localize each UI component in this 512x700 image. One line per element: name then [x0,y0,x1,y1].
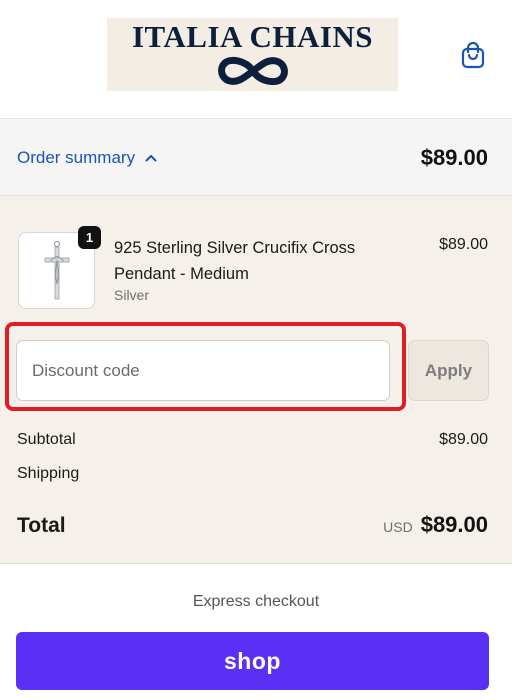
header: ITALIA CHAINS [0,0,512,118]
total-amount: USD $89.00 [383,512,488,538]
product-price: $89.00 [439,236,488,253]
store-logo[interactable]: ITALIA CHAINS [107,18,398,91]
shop-pay-label: shop [224,647,281,674]
chevron-up-icon [145,155,157,162]
crucifix-pendant-icon [44,240,69,299]
currency-code: USD [383,519,413,535]
shipping-label: Shipping [17,465,80,482]
subtotal-label: Subtotal [17,431,76,448]
infinity-icon [217,56,288,86]
quantity-badge: 1 [78,226,101,249]
total-value: $89.00 [420,512,488,537]
order-summary-bar: Order summary $89.00 [0,118,512,196]
express-checkout-label: Express checkout [192,593,320,610]
shop-pay-button[interactable]: shop [16,632,489,690]
order-summary-label: Order summary [17,148,136,167]
discount-code-input[interactable] [16,340,390,401]
apply-discount-button[interactable]: Apply [408,340,489,401]
product-name: 925 Sterling Silver Crucifix Cross Penda… [114,239,356,283]
summary-total: $89.00 [420,145,488,170]
shopping-bag-icon[interactable] [458,40,488,70]
subtotal-value: $89.00 [439,431,488,448]
logo-text: ITALIA CHAINS [131,19,374,54]
total-label: Total [17,514,66,537]
product-variant: Silver [114,287,150,303]
order-summary-toggle[interactable]: Order summary [17,148,157,168]
order-summary-panel: 1 925 Sterling Silver Crucifix Cross Pen… [0,196,512,564]
